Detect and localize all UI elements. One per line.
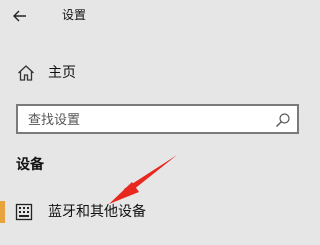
search-input[interactable] [28,111,258,129]
nav-item-home-label: 主页 [48,65,76,81]
nav-item-bluetooth-devices-label: 蓝牙和其他设备 [48,204,146,220]
search-icon[interactable] [275,112,291,128]
nav-item-bluetooth-devices[interactable]: 蓝牙和其他设备 [0,198,316,226]
window-title: 设置 [62,8,87,22]
keyboard-icon [15,203,33,221]
search-box[interactable] [16,104,299,134]
title-bar: 设置 [0,0,316,32]
back-arrow-icon [13,10,26,22]
selected-indicator [0,201,5,223]
back-button[interactable] [10,6,30,26]
home-icon [18,65,34,81]
nav-item-home[interactable]: 主页 [0,58,316,88]
section-header-devices: 设备 [16,157,44,173]
